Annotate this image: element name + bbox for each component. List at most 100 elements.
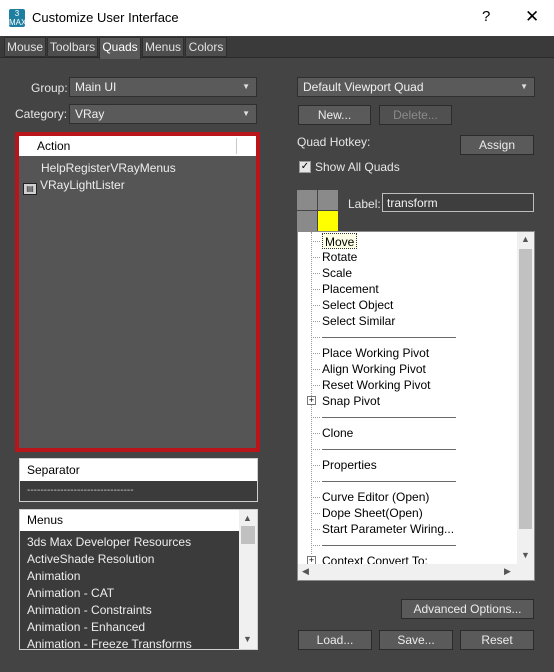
action-item[interactable]: ▤ VRayLightLister bbox=[19, 177, 256, 195]
quad-item[interactable]: Reset Working Pivot bbox=[322, 377, 431, 393]
menu-list-item[interactable]: 3ds Max Developer Resources bbox=[27, 534, 192, 551]
menu-list-item[interactable]: Animation bbox=[27, 568, 192, 585]
action-header-label: Action bbox=[37, 139, 71, 153]
quad-menu-tree: Move Rotate Scale Placement Select Objec… bbox=[297, 231, 535, 581]
action-item-label: HelpRegisterVRayMenus bbox=[41, 161, 176, 175]
separator-list: Separator ------------------------------… bbox=[19, 458, 258, 502]
chevron-down-icon: ▼ bbox=[242, 109, 250, 118]
tree-branch bbox=[311, 513, 320, 514]
quad-item-submenu[interactable]: Snap Pivot bbox=[322, 393, 380, 409]
menu-list-item[interactable]: ActiveShade Resolution bbox=[27, 551, 192, 568]
separator-item[interactable]: -------------------------------- bbox=[20, 481, 257, 501]
menu-list-item[interactable]: Animation - Constraints bbox=[27, 602, 192, 619]
tab-toolbars[interactable]: Toolbars bbox=[47, 37, 98, 57]
chevron-down-icon: ▼ bbox=[242, 82, 250, 91]
scroll-left-icon[interactable]: ◀ bbox=[302, 566, 309, 577]
tab-menus[interactable]: Menus bbox=[142, 37, 184, 57]
quad-item[interactable]: Dope Sheet(Open) bbox=[322, 505, 423, 521]
load-button[interactable]: Load... bbox=[298, 630, 372, 650]
advanced-options-button[interactable]: Advanced Options... bbox=[401, 599, 534, 619]
window-title: Customize User Interface bbox=[32, 10, 179, 25]
menu-list-item[interactable]: Animation - Enhanced bbox=[27, 619, 192, 636]
tree-branch bbox=[311, 433, 320, 434]
tree-branch bbox=[311, 449, 320, 450]
action-column-header[interactable]: Action bbox=[19, 136, 256, 156]
quad-item[interactable]: Properties bbox=[322, 457, 377, 473]
quad-top-right[interactable] bbox=[318, 190, 338, 210]
quad-set-dropdown[interactable]: Default Viewport Quad ▼ bbox=[297, 77, 535, 97]
tree-branch bbox=[311, 273, 320, 274]
scroll-up-icon[interactable]: ▲ bbox=[243, 513, 252, 523]
scroll-thumb[interactable] bbox=[241, 526, 255, 544]
quad-item[interactable]: Clone bbox=[322, 425, 353, 441]
tree-branch bbox=[311, 353, 320, 354]
menus-list: Menus 3ds Max Developer Resources Active… bbox=[19, 509, 258, 650]
quad-item-move[interactable]: Move bbox=[322, 233, 358, 249]
quad-separator[interactable] bbox=[322, 449, 456, 450]
menus-items: 3ds Max Developer Resources ActiveShade … bbox=[27, 534, 192, 649]
quad-separator[interactable] bbox=[322, 337, 456, 338]
new-button[interactable]: New... bbox=[298, 105, 371, 125]
tree-branch bbox=[311, 417, 320, 418]
tab-quads[interactable]: Quads bbox=[99, 37, 141, 59]
menus-scrollbar[interactable]: ▲ ▼ bbox=[239, 510, 257, 649]
scroll-right-icon[interactable]: ▶ bbox=[504, 566, 511, 577]
tree-branch bbox=[311, 465, 320, 466]
header-divider bbox=[236, 138, 237, 154]
tree-branch bbox=[311, 305, 320, 306]
quad-bottom-right[interactable] bbox=[318, 211, 338, 231]
tree-branch bbox=[311, 257, 320, 258]
delete-button[interactable]: Delete... bbox=[379, 105, 452, 125]
quad-item[interactable]: Select Object bbox=[322, 297, 393, 313]
reset-button[interactable]: Reset bbox=[460, 630, 534, 650]
help-button[interactable]: ? bbox=[482, 8, 490, 25]
quad-item[interactable]: Align Working Pivot bbox=[322, 361, 426, 377]
tab-colors[interactable]: Colors bbox=[185, 37, 227, 57]
tree-branch bbox=[311, 289, 320, 290]
close-button[interactable]: ✕ bbox=[525, 7, 539, 27]
scroll-down-icon[interactable]: ▼ bbox=[521, 550, 530, 560]
quad-tree-vscrollbar[interactable]: ▲ ▼ bbox=[517, 232, 534, 564]
tree-branch bbox=[311, 385, 320, 386]
action-item[interactable]: HelpRegisterVRayMenus bbox=[19, 160, 256, 177]
quad-tree-hscrollbar[interactable]: ◀ ▶ bbox=[298, 564, 534, 580]
menu-list-item[interactable]: Animation - Freeze Transforms bbox=[27, 636, 192, 649]
action-list: HelpRegisterVRayMenus ▤ VRayLightLister bbox=[19, 156, 256, 195]
quad-separator[interactable] bbox=[322, 545, 456, 546]
group-dropdown[interactable]: Main UI ▼ bbox=[69, 77, 257, 97]
quad-item[interactable]: Curve Editor (Open) bbox=[322, 489, 429, 505]
scroll-up-icon[interactable]: ▲ bbox=[521, 234, 530, 244]
category-dropdown[interactable]: VRay ▼ bbox=[69, 104, 257, 124]
quad-label-input[interactable] bbox=[382, 193, 534, 212]
tree-line bbox=[311, 232, 312, 554]
menus-header: Menus bbox=[20, 510, 239, 531]
quad-item[interactable]: Place Working Pivot bbox=[322, 345, 429, 361]
quad-item[interactable]: Scale bbox=[322, 265, 352, 281]
group-label: Group: bbox=[31, 81, 68, 95]
show-all-quads-checkbox[interactable]: ✓ bbox=[299, 161, 311, 173]
group-dropdown-value: Main UI bbox=[75, 80, 117, 94]
expand-icon[interactable]: + bbox=[307, 396, 316, 405]
light-lister-icon: ▤ bbox=[23, 183, 37, 195]
quad-bottom-left[interactable] bbox=[297, 211, 317, 231]
app-icon: 3 MAX bbox=[9, 9, 27, 27]
tree-branch bbox=[311, 369, 320, 370]
quad-separator[interactable] bbox=[322, 417, 456, 418]
quad-item[interactable]: Start Parameter Wiring... bbox=[322, 521, 454, 537]
scroll-thumb[interactable] bbox=[519, 249, 532, 529]
assign-button[interactable]: Assign bbox=[460, 135, 534, 155]
quad-top-left[interactable] bbox=[297, 190, 317, 210]
quad-label-caption: Label: bbox=[348, 197, 381, 211]
quad-item[interactable]: Placement bbox=[322, 281, 379, 297]
quad-item[interactable]: Select Similar bbox=[322, 313, 395, 329]
quad-separator[interactable] bbox=[322, 481, 456, 482]
quad-item[interactable]: Rotate bbox=[322, 249, 357, 265]
tree-branch bbox=[311, 545, 320, 546]
save-button[interactable]: Save... bbox=[379, 630, 453, 650]
title-bar: 3 MAX Customize User Interface ? ✕ bbox=[0, 0, 554, 36]
tree-branch bbox=[311, 321, 320, 322]
menu-list-item[interactable]: Animation - CAT bbox=[27, 585, 192, 602]
quad-hotkey-label: Quad Hotkey: bbox=[297, 135, 371, 149]
scroll-down-icon[interactable]: ▼ bbox=[243, 634, 252, 644]
tab-mouse[interactable]: Mouse bbox=[4, 37, 46, 57]
